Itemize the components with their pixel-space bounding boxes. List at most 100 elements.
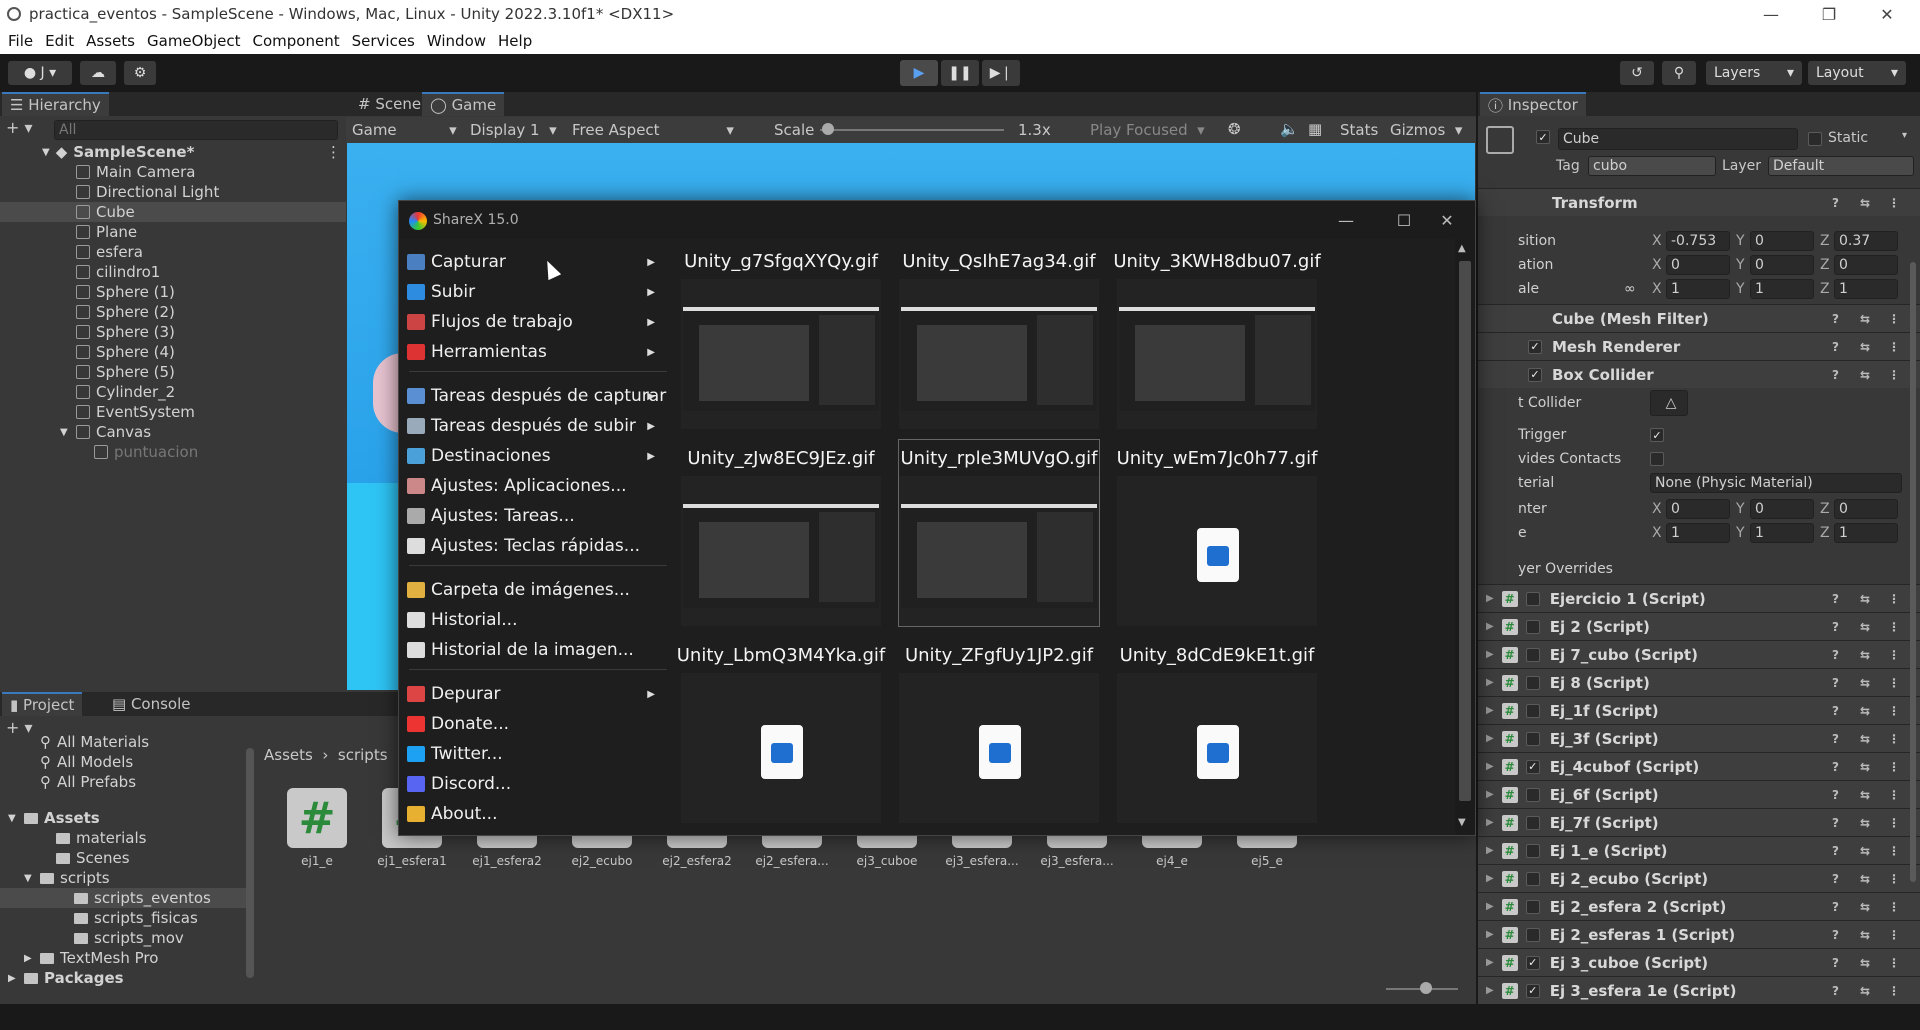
script-component-header[interactable]: ▶ # Ej 7_cubo (Script)? ⇆ ⋮ — [1478, 640, 1920, 668]
menu-edit[interactable]: Edit — [45, 32, 74, 50]
scale-slider-handle[interactable] — [822, 123, 834, 135]
help-icon[interactable]: ? — [1832, 312, 1839, 326]
component-menu-icon[interactable]: ⋮ — [1888, 676, 1900, 690]
script-enabled-checkbox[interactable] — [1525, 619, 1540, 634]
script-enabled-checkbox[interactable] — [1525, 843, 1540, 858]
scroll-down-icon[interactable]: ▼ — [1458, 817, 1466, 828]
project-folder-scripts-fisicas[interactable]: scripts_fisicas — [0, 908, 246, 928]
component-menu-icon[interactable]: ⋮ — [1888, 340, 1900, 354]
expand-arrow-icon[interactable]: ▶ — [1486, 761, 1494, 772]
position-y-input[interactable]: 0 — [1750, 231, 1814, 251]
menu-gameobject[interactable]: GameObject — [147, 32, 241, 50]
tab-hierarchy[interactable]: ☰ Hierarchy — [2, 92, 109, 116]
sharex-menu-tareas-después-de-subir[interactable]: Tareas después de subir ▶ — [407, 411, 667, 441]
component-menu-icon[interactable]: ⋮ — [1888, 956, 1900, 970]
pause-button[interactable]: ❚❚ — [941, 60, 979, 86]
menu-assets[interactable]: Assets — [86, 32, 135, 50]
component-menu-icon[interactable]: ⋮ — [1888, 196, 1900, 210]
hierarchy-item-cilindro1[interactable]: cilindro1 — [0, 262, 346, 282]
sharex-file-thumbnail[interactable]: Unity_8dCdE9kE1t.gif — [1117, 637, 1317, 823]
component-menu-icon[interactable]: ⋮ — [1888, 312, 1900, 326]
expand-arrow-icon[interactable]: ▼ — [42, 147, 50, 158]
rotation-y-input[interactable]: 0 — [1750, 255, 1814, 275]
expand-arrow-icon[interactable]: ▶ — [1486, 733, 1494, 744]
minimize-icon[interactable]: — — [1748, 0, 1794, 28]
hierarchy-item-puntuacion[interactable]: puntuacion — [0, 442, 346, 462]
sharex-scroll-thumb[interactable] — [1459, 261, 1471, 801]
scale-slider[interactable] — [820, 129, 1004, 131]
script-component-header[interactable]: ▶ # Ej 2_esfera 2 (Script)? ⇆ ⋮ — [1478, 892, 1920, 920]
collider-size-x-input[interactable]: 1 — [1666, 523, 1730, 543]
gizmos-dropdown[interactable]: Gizmos ▾ — [1390, 121, 1462, 139]
tab-scene[interactable]: # Scene — [350, 92, 429, 116]
hierarchy-item-directional-light[interactable]: Directional Light — [0, 182, 346, 202]
mesh-renderer-checkbox[interactable]: ✓ — [1528, 339, 1542, 354]
project-folder-scenes[interactable]: Scenes — [0, 848, 246, 868]
script-component-header[interactable]: ▶ # ✓ Ej 3_cuboe (Script)? ⇆ ⋮ — [1478, 948, 1920, 976]
layer-dropdown[interactable]: Default — [1768, 156, 1914, 176]
grid-icon[interactable]: ▦ — [1308, 120, 1322, 138]
sharex-menu-ajustes-tareas[interactable]: Ajustes: Tareas... — [407, 501, 667, 531]
scale-x-input[interactable]: 1 — [1666, 279, 1730, 299]
sharex-menu-donate[interactable]: Donate... — [407, 709, 667, 739]
expand-arrow-icon[interactable]: ▶ — [24, 953, 32, 964]
sharex-menu-depurar[interactable]: Depurar ▶ — [407, 679, 667, 709]
help-icon[interactable]: ? — [1832, 928, 1839, 942]
static-dropdown-icon[interactable]: ▾ — [1902, 130, 1907, 141]
is-trigger-checkbox[interactable]: ✓ — [1650, 428, 1664, 442]
box-collider-header[interactable]: ✓ Box Collider? ⇆ ⋮ — [1478, 360, 1920, 388]
breadcrumb-scripts[interactable]: scripts — [338, 746, 388, 764]
help-icon[interactable]: ? — [1832, 368, 1839, 382]
scale-y-input[interactable]: 1 — [1750, 279, 1814, 299]
menu-file[interactable]: File — [8, 32, 33, 50]
hierarchy-search-input[interactable]: All — [54, 120, 338, 140]
tab-inspector[interactable]: ⓘ Inspector — [1480, 92, 1586, 116]
script-enabled-checkbox[interactable] — [1525, 731, 1540, 746]
rotation-x-input[interactable]: 0 — [1666, 255, 1730, 275]
layout-dropdown[interactable]: Layout ▾ — [1808, 61, 1906, 85]
menu-services[interactable]: Services — [352, 32, 415, 50]
expand-arrow-icon[interactable]: ▶ — [1486, 789, 1494, 800]
help-icon[interactable]: ? — [1832, 676, 1839, 690]
preset-icon[interactable]: ⇆ — [1860, 816, 1870, 830]
breadcrumb-assets[interactable]: Assets — [264, 746, 313, 764]
mesh-renderer-header[interactable]: ✓ Mesh Renderer? ⇆ ⋮ — [1478, 332, 1920, 360]
script-enabled-checkbox[interactable] — [1525, 647, 1540, 662]
preset-icon[interactable]: ⇆ — [1860, 312, 1870, 326]
expand-arrow-icon[interactable]: ▶ — [8, 973, 16, 984]
sharex-menu-capturar[interactable]: Capturar ▶ — [407, 247, 667, 277]
sharex-file-thumbnail[interactable]: Unity_zJw8EC9JEz.gif — [681, 440, 881, 626]
menu-window[interactable]: Window — [427, 32, 486, 50]
script-component-header[interactable]: ▶ # Ej 8 (Script)? ⇆ ⋮ — [1478, 668, 1920, 696]
expand-arrow-icon[interactable]: ▼ — [24, 873, 32, 884]
hierarchy-item-eventsystem[interactable]: EventSystem — [0, 402, 346, 422]
favorite-item[interactable]: ⚲ All Materials — [0, 732, 240, 752]
sharex-close-icon[interactable]: ✕ — [1419, 201, 1475, 239]
history-icon[interactable]: ↺ — [1620, 61, 1654, 85]
component-menu-icon[interactable]: ⋮ — [1888, 872, 1900, 886]
script-enabled-checkbox[interactable] — [1525, 927, 1540, 942]
help-icon[interactable]: ? — [1832, 984, 1839, 998]
step-button[interactable]: ▶❘ — [982, 60, 1020, 86]
collider-size-z-input[interactable]: 1 — [1834, 523, 1898, 543]
script-component-header[interactable]: ▶ # Ej_3f (Script)? ⇆ ⋮ — [1478, 724, 1920, 752]
expand-arrow-icon[interactable]: ▶ — [1486, 873, 1494, 884]
hierarchy-item-main-camera[interactable]: Main Camera — [0, 162, 346, 182]
project-folder-materials[interactable]: materials — [0, 828, 246, 848]
expand-arrow-icon[interactable]: ▶ — [1486, 621, 1494, 632]
preset-icon[interactable]: ⇆ — [1860, 196, 1870, 210]
component-menu-icon[interactable]: ⋮ — [1888, 704, 1900, 718]
icon-size-slider-handle[interactable] — [1420, 982, 1432, 994]
script-enabled-checkbox[interactable] — [1525, 675, 1540, 690]
script-component-header[interactable]: ▶ # Ej 2_esferas 1 (Script)? ⇆ ⋮ — [1478, 920, 1920, 948]
sharex-file-thumbnail[interactable]: Unity_ZFgfUy1JP2.gif — [899, 637, 1099, 823]
inspector-scrollbar[interactable] — [1910, 262, 1916, 882]
tab-game[interactable]: ◯ Game — [422, 92, 505, 116]
sharex-menu-tareas-después-de-capturar[interactable]: Tareas después de capturar ▶ — [407, 381, 667, 411]
preset-icon[interactable]: ⇆ — [1860, 956, 1870, 970]
audio-icon[interactable]: 🔈 — [1280, 120, 1299, 138]
tab-console[interactable]: ▤ Console — [104, 692, 199, 716]
scale-z-input[interactable]: 1 — [1834, 279, 1898, 299]
sharex-menu-discord[interactable]: Discord... — [407, 769, 667, 799]
expand-arrow-icon[interactable]: ▶ — [1486, 985, 1494, 996]
